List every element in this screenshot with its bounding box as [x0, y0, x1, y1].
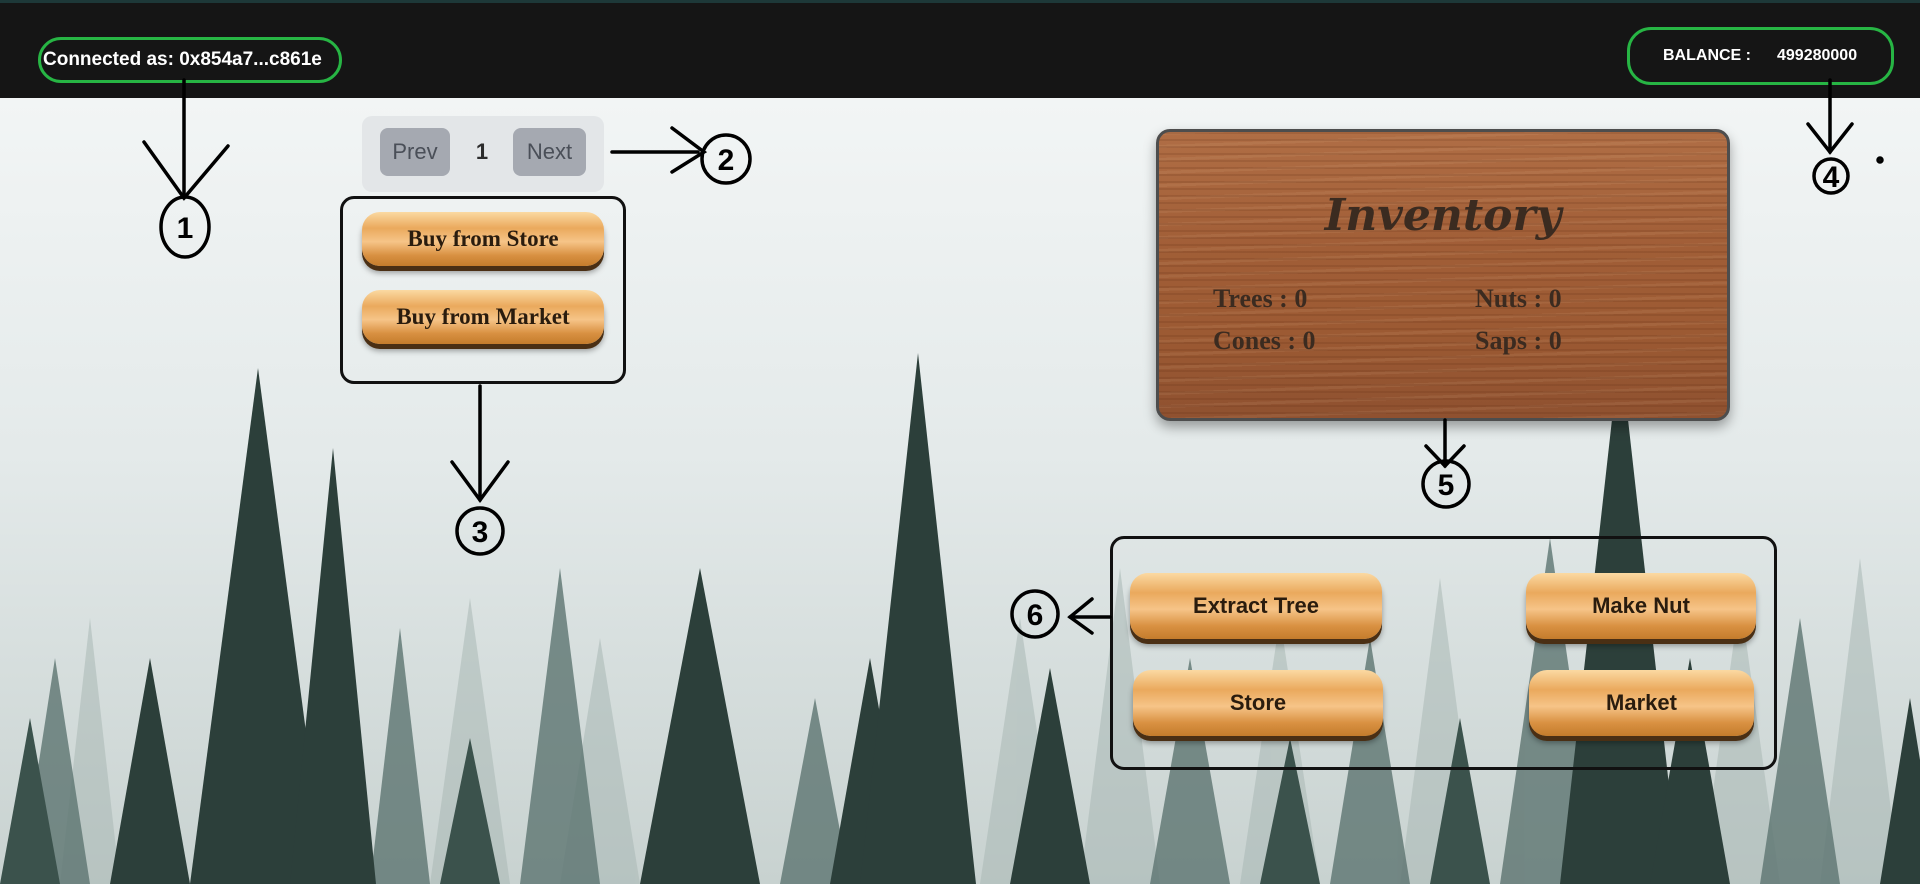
balance-display: BALANCE : 499280000 — [1627, 27, 1894, 85]
inventory-nuts: Nuts : 0 — [1475, 284, 1562, 313]
pagination: Prev 1 Next — [362, 116, 604, 192]
inventory-panel: Inventory Trees : 0 Nuts : 0 Cones : 0 S… — [1156, 129, 1730, 421]
balance-label: BALANCE : — [1663, 47, 1751, 64]
connected-account-text: Connected as: 0x854a7...c861e — [43, 49, 322, 70]
next-button[interactable]: Next — [513, 128, 586, 176]
connected-account: Connected as: 0x854a7...c861e — [38, 37, 342, 83]
inventory-title: Inventory — [1324, 190, 1562, 241]
inventory-cones: Cones : 0 — [1213, 326, 1316, 355]
buy-from-store-button[interactable]: Buy from Store — [362, 212, 604, 266]
inventory-trees: Trees : 0 — [1213, 284, 1308, 313]
page-number: 1 — [475, 139, 489, 164]
prev-button[interactable]: Prev — [380, 128, 450, 176]
buy-from-market-button[interactable]: Buy from Market — [362, 290, 604, 344]
top-bar: Connected as: 0x854a7...c861e BALANCE : … — [0, 0, 1920, 98]
inventory-saps: Saps : 0 — [1475, 326, 1562, 355]
store-button[interactable]: Store — [1133, 670, 1383, 736]
balance-value: 499280000 — [1777, 47, 1858, 64]
market-button[interactable]: Market — [1529, 670, 1754, 736]
make-nut-button[interactable]: Make Nut — [1526, 573, 1756, 639]
extract-tree-button[interactable]: Extract Tree — [1130, 573, 1382, 639]
